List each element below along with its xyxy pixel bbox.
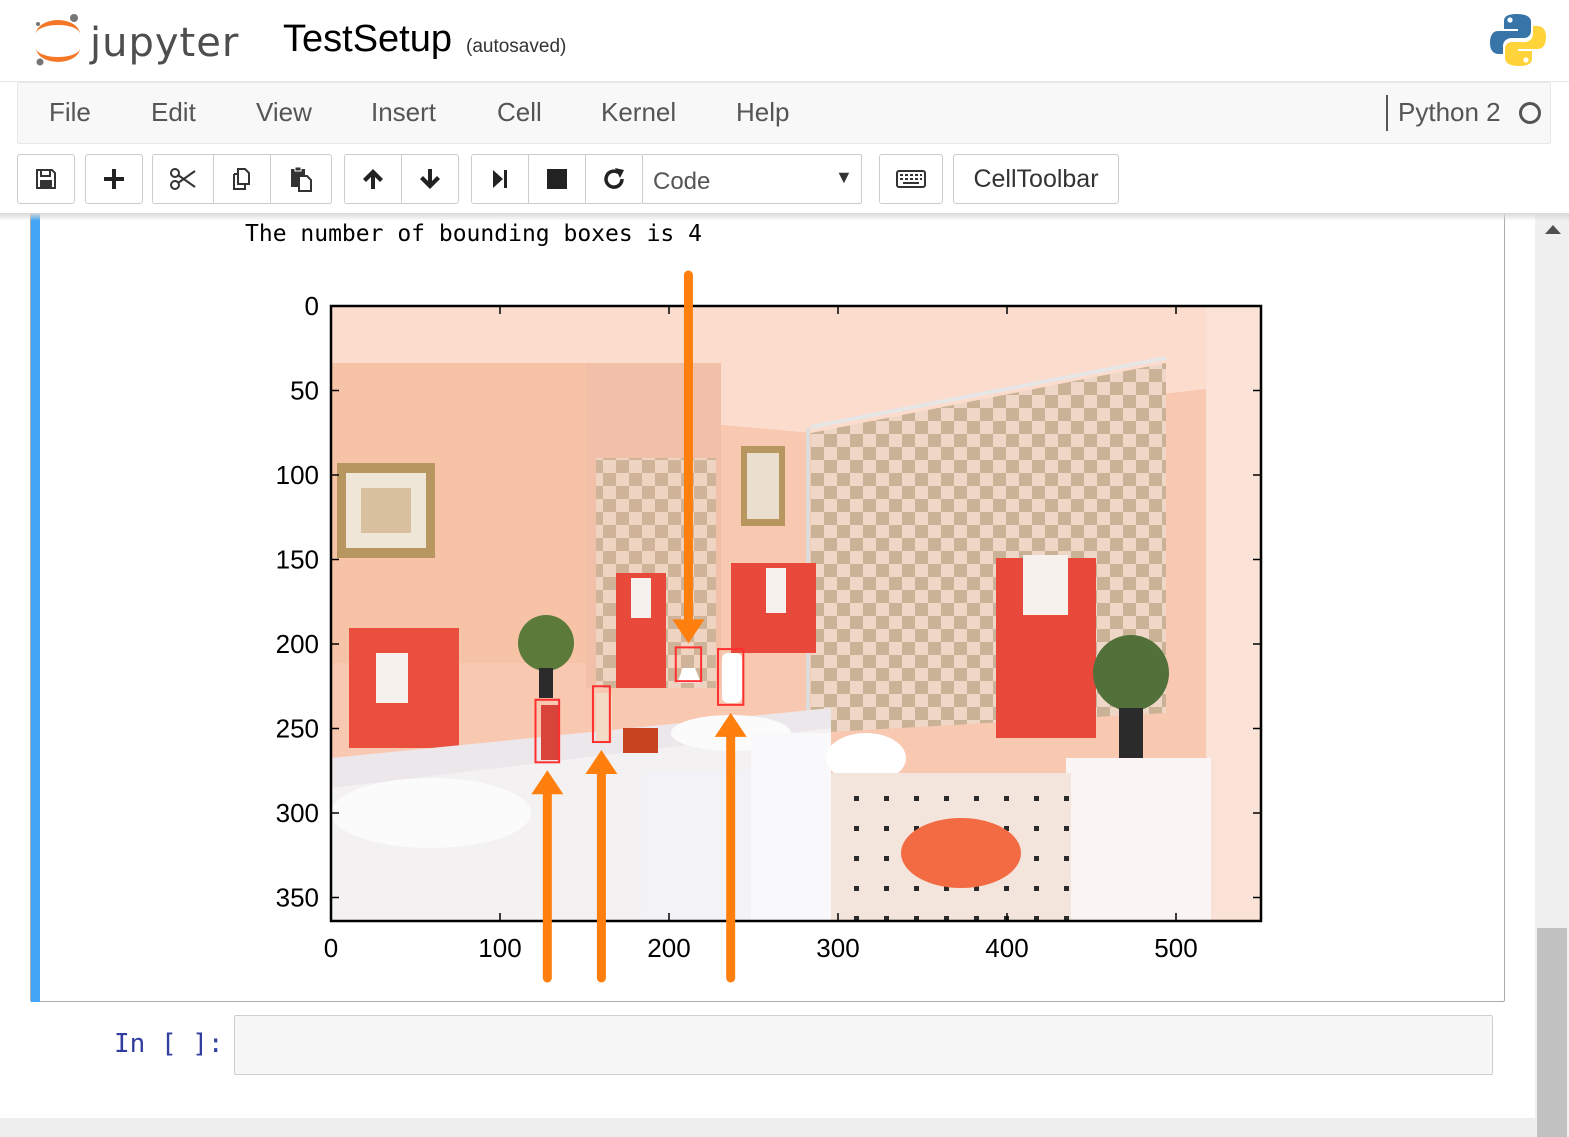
arrow-up-icon xyxy=(363,169,383,189)
menubar: File Edit View Insert Cell Kernel Help P… xyxy=(17,82,1551,144)
autosave-status: (autosaved) xyxy=(466,36,567,57)
y-tick-label: 0 xyxy=(305,291,319,321)
logo-text: jupyter xyxy=(90,20,240,66)
arrow-down-icon xyxy=(420,169,440,189)
x-tick-label: 300 xyxy=(816,933,859,963)
notebook-container: The number of bounding boxes is 4 0 100 … xyxy=(0,213,1535,1118)
y-tick-label: 350 xyxy=(276,883,319,913)
x-tick-label: 100 xyxy=(478,933,521,963)
run-cell-button[interactable] xyxy=(471,154,529,204)
vertical-scrollbar[interactable] xyxy=(1535,213,1569,1137)
empty-code-cell[interactable]: In [ ]: xyxy=(30,1013,1505,1083)
toolbar-save-group xyxy=(17,154,75,204)
cell-type-value: Code xyxy=(653,168,711,195)
kernel-name: Python 2 xyxy=(1398,97,1501,127)
header: jupyter TestSetup (autosaved) xyxy=(0,0,1569,82)
interrupt-kernel-button[interactable] xyxy=(528,154,586,204)
bathroom-photo xyxy=(331,306,1261,921)
notebook-site: The number of bounding boxes is 4 0 100 … xyxy=(0,213,1569,1137)
python-logo-icon xyxy=(1488,10,1548,70)
scroll-up-arrow-icon[interactable] xyxy=(1545,225,1561,234)
toolbar-edit-group xyxy=(152,154,332,204)
x-tick-label: 500 xyxy=(1154,933,1197,963)
toolbar-shadow xyxy=(0,213,1569,221)
menu-help[interactable]: Help xyxy=(736,97,789,128)
notebook-name[interactable]: TestSetup xyxy=(283,18,452,61)
input-prompt: In [ ]: xyxy=(114,1029,224,1059)
cell-type-select[interactable]: Code ▼ xyxy=(642,154,862,204)
stop-icon xyxy=(547,169,567,189)
keyboard-icon xyxy=(896,170,926,188)
save-button[interactable] xyxy=(17,154,75,204)
scrollbar-thumb[interactable] xyxy=(1537,928,1567,1137)
toolbar-keyboard-group xyxy=(879,154,943,204)
toolbar-run-group xyxy=(471,154,643,204)
y-tick-label: 50 xyxy=(290,376,319,406)
x-tick-label: 200 xyxy=(647,933,690,963)
paste-icon xyxy=(291,166,312,192)
paste-button[interactable] xyxy=(270,154,332,204)
kernel-idle-circle-icon xyxy=(1519,102,1541,124)
command-palette-button[interactable] xyxy=(879,154,943,204)
step-forward-icon xyxy=(493,170,507,188)
restart-kernel-button[interactable] xyxy=(585,154,643,204)
copy-button[interactable] xyxy=(213,154,271,204)
menu-file[interactable]: File xyxy=(49,97,91,128)
chevron-down-icon: ▼ xyxy=(835,167,853,187)
menu-insert[interactable]: Insert xyxy=(371,97,436,128)
y-tick-label: 300 xyxy=(276,798,319,828)
plus-icon xyxy=(104,169,124,189)
menu-cell[interactable]: Cell xyxy=(497,97,542,128)
move-down-button[interactable] xyxy=(401,154,459,204)
output-plot: 0 100 200 300 400 500 0 50 100 150 200 250 300 350 xyxy=(276,270,1263,983)
menu-edit[interactable]: Edit xyxy=(151,97,196,128)
y-tick-label: 100 xyxy=(276,460,319,490)
celltoolbar-button[interactable]: CellToolbar xyxy=(953,154,1119,204)
output-cell[interactable]: The number of bounding boxes is 4 0 100 … xyxy=(30,213,1505,1002)
menu-view[interactable]: View xyxy=(256,97,312,128)
refresh-icon xyxy=(604,168,624,189)
toolbar-move-group xyxy=(344,154,459,204)
toolbar-insert-group xyxy=(85,154,143,204)
y-tick-label: 150 xyxy=(276,545,319,575)
code-input-area[interactable] xyxy=(234,1015,1493,1075)
jupyter-logo[interactable]: jupyter xyxy=(30,10,260,72)
cut-button[interactable] xyxy=(152,154,214,204)
copy-icon xyxy=(233,168,250,190)
y-tick-label: 250 xyxy=(276,714,319,744)
notebook-bottom-padding xyxy=(0,1118,1535,1137)
kernel-divider xyxy=(1386,95,1388,131)
y-tick-label: 200 xyxy=(276,629,319,659)
x-tick-label: 0 xyxy=(324,933,338,963)
move-up-button[interactable] xyxy=(344,154,402,204)
save-icon xyxy=(36,169,56,189)
jupyter-logo-icon xyxy=(36,14,80,66)
cut-icon xyxy=(170,168,196,190)
insert-cell-button[interactable] xyxy=(85,154,143,204)
menu-kernel[interactable]: Kernel xyxy=(601,97,676,128)
x-tick-label: 400 xyxy=(985,933,1028,963)
